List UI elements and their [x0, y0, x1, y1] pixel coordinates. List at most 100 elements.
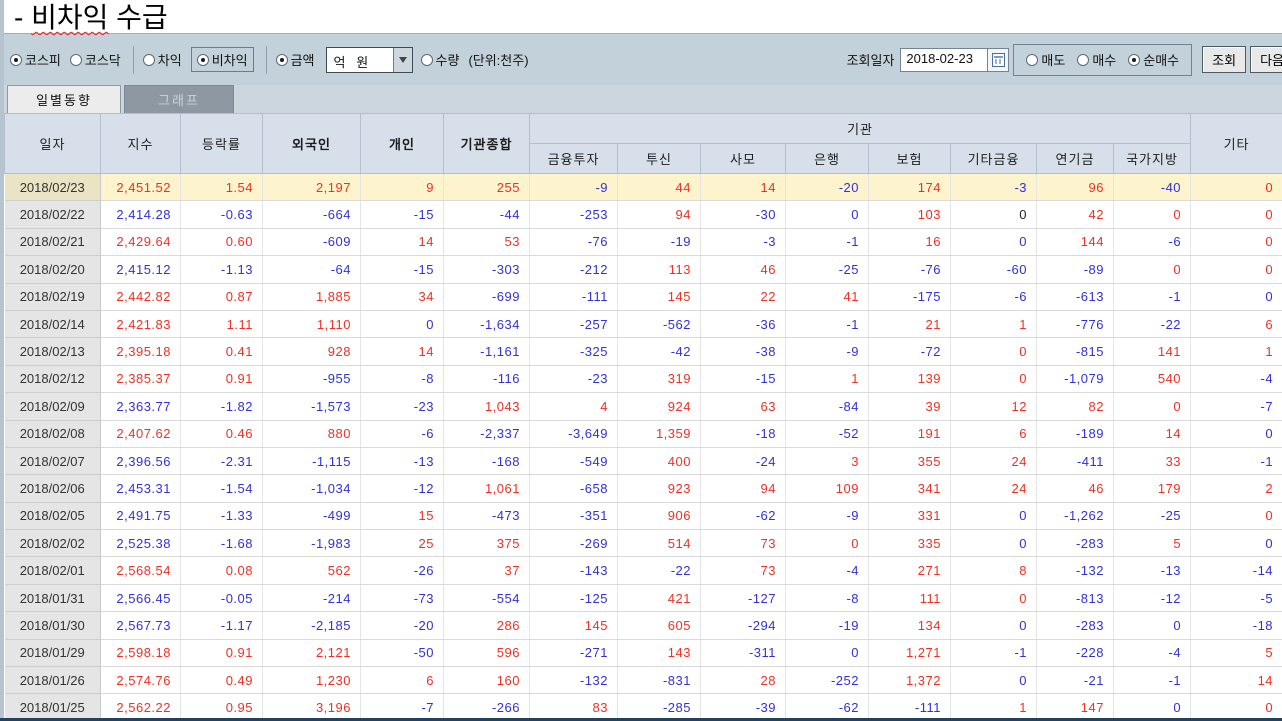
radio-sell[interactable]: 매도	[1026, 50, 1065, 69]
table-row[interactable]: 2018/01/30 2,567.73 -1.17 -2,185 -20 286 145 60…	[4, 611, 1282, 640]
value-cell: -1.33	[180, 502, 263, 531]
value-cell: 0	[785, 200, 869, 229]
col-header-trust[interactable]: 투신	[617, 143, 701, 174]
quantity-unit-note: (단위:천주)	[468, 53, 529, 68]
value-cell: -1,115	[262, 447, 361, 476]
combobox-dropdown-button[interactable]	[392, 47, 412, 72]
table-row[interactable]: 2018/02/13 2,395.18 0.41 928 14 -1,161 -325 -42…	[4, 337, 1282, 366]
col-header-foreign[interactable]: 외국인	[262, 113, 361, 174]
tab-daily-trend[interactable]: 일별동향	[7, 85, 121, 113]
radio-kosdaq[interactable]: 코스닥	[69, 50, 121, 69]
value-cell: 2,491.75	[100, 502, 181, 531]
value-cell: 0	[950, 502, 1037, 531]
table-row[interactable]: 2018/02/19 2,442.82 0.87 1,885 34 -699 -111 145…	[4, 283, 1282, 311]
radio-amount-label: 금액	[290, 53, 315, 68]
value-cell: 1	[785, 365, 869, 394]
table-row[interactable]: 2018/02/22 2,414.28 -0.63 -664 -15 -44 -253 94-…	[4, 200, 1282, 229]
value-cell: -143	[529, 556, 618, 585]
table-row[interactable]: 2018/02/20 2,415.12 -1.13 -64 -15 -303 -212 113…	[4, 255, 1282, 284]
table-row[interactable]: 2018/01/31 2,566.45 -0.05 -214 -73 -554 -125 42…	[4, 584, 1282, 613]
radio-quantity[interactable]: 수량	[420, 50, 459, 69]
next-button[interactable]: 다음	[1250, 46, 1282, 73]
table-row[interactable]: 2018/02/07 2,396.56 -2.31 -1,115 -13 -168 -549…	[4, 447, 1282, 476]
query-date-input[interactable]: 2018-02-23	[900, 47, 989, 72]
radio-button-icon[interactable]	[275, 53, 288, 66]
radio-button-icon[interactable]	[420, 53, 433, 66]
date-cell: 2018/02/06	[4, 474, 101, 503]
radio-button-icon[interactable]	[142, 53, 155, 66]
value-cell: -411	[1036, 447, 1114, 476]
radio-kospi[interactable]: 코스피	[10, 50, 61, 69]
table-row[interactable]: 2018/02/12 2,385.37 0.91 -955 -8 -116 -23 319 -1…	[4, 365, 1282, 394]
value-cell: 923	[617, 474, 701, 503]
search-button[interactable]: 조회	[1202, 46, 1247, 73]
value-cell: 0	[950, 666, 1037, 695]
col-header-insurance[interactable]: 보험	[868, 143, 951, 174]
col-header-rate[interactable]: 등락률	[180, 113, 263, 174]
col-header-bank[interactable]: 은행	[785, 143, 869, 174]
value-cell: 514	[617, 529, 701, 558]
value-cell: -18	[700, 420, 786, 448]
col-header-private-fund[interactable]: 사모	[700, 143, 786, 174]
table-row[interactable]: 2018/01/29 2,598.18 0.91 2,121 -50 596 -271 143…	[4, 639, 1282, 668]
value-cell: -212	[529, 255, 618, 284]
table-row[interactable]: 2018/02/14 2,421.83 1.11 1,110 0 -1,634 -257 -5…	[4, 310, 1282, 339]
value-cell: 1.54	[180, 173, 263, 202]
calendar-icon	[991, 52, 1005, 67]
table-row[interactable]: 2018/02/23 2,451.52 1.54 2,197 9 255 -9 44 14 -20…	[4, 173, 1282, 202]
table-row[interactable]: 2018/02/06 2,453.31 -1.54 -1,034 -12 1,061 -65…	[4, 474, 1282, 503]
radio-netbuy[interactable]: 순매수	[1128, 50, 1179, 69]
table-row[interactable]: 2018/02/05 2,491.75 -1.33 -499 15 -473 -351 906…	[4, 502, 1282, 531]
toolbar-separator	[265, 45, 267, 74]
value-cell: -60	[950, 255, 1037, 284]
value-cell: 0	[950, 584, 1037, 613]
table-row[interactable]: 2018/02/08 2,407.62 0.46 880 -6 -2,337 -3,649 1…	[4, 420, 1282, 448]
col-header-index[interactable]: 지수	[100, 113, 181, 174]
radio-arbitrage[interactable]: 차익	[142, 50, 182, 69]
value-cell: -52	[785, 420, 869, 448]
radio-nonarbitrage-label: 비차익	[211, 53, 248, 68]
value-cell: 0	[1190, 502, 1282, 531]
value-cell: 0	[950, 200, 1037, 229]
radio-button-icon[interactable]	[196, 53, 209, 66]
calendar-picker-button[interactable]	[988, 47, 1010, 72]
value-cell: -20	[360, 611, 444, 640]
col-header-fin-invest[interactable]: 금융투자	[529, 143, 618, 174]
col-header-gov-local[interactable]: 국가지방	[1112, 143, 1192, 174]
value-cell: -253	[529, 200, 618, 229]
radio-button-icon[interactable]	[1128, 53, 1141, 66]
col-header-inst-total[interactable]: 기관종합	[443, 113, 530, 174]
value-cell: 1,885	[262, 283, 361, 311]
col-header-etc[interactable]: 기타	[1190, 113, 1282, 174]
tab-bar: 일별동향 그래프	[4, 85, 1282, 113]
radio-buy[interactable]: 매수	[1077, 50, 1116, 69]
value-cell: -12	[360, 474, 444, 503]
value-cell: 605	[617, 611, 701, 640]
value-cell: -30	[700, 200, 786, 229]
table-row[interactable]: 2018/02/09 2,363.77 -1.82 -1,573 -23 1,043 4 92…	[4, 392, 1282, 421]
radio-amount[interactable]: 금액	[275, 50, 315, 69]
table-row[interactable]: 2018/02/01 2,568.54 0.08 562 -26 37 -143 -22 73-…	[4, 556, 1282, 585]
table-row[interactable]: 2018/02/02 2,525.38 -1.68 -1,983 25 375 -269 51…	[4, 529, 1282, 558]
radio-nonarbitrage[interactable]: 비차익	[190, 47, 254, 72]
col-header-individual[interactable]: 개인	[360, 113, 444, 174]
col-header-etc-finance[interactable]: 기타금융	[950, 143, 1037, 174]
radio-netbuy-label: 순매수	[1143, 53, 1180, 68]
tab-graph[interactable]: 그래프	[124, 85, 234, 113]
radio-button-icon[interactable]	[1026, 53, 1039, 66]
table-row[interactable]: 2018/01/26 2,574.76 0.49 1,230 6 160 -132 -831 2…	[4, 666, 1282, 695]
col-header-date[interactable]: 일자	[4, 113, 101, 174]
radio-button-icon[interactable]	[1077, 53, 1090, 66]
value-cell: 1,359	[617, 420, 701, 448]
value-cell: 0	[950, 529, 1037, 558]
unit-combobox[interactable]: 억 원	[325, 46, 413, 73]
value-cell: 335	[868, 529, 951, 558]
table-row[interactable]: 2018/01/25 2,562.22 0.95 3,196 -7 -266 83 -285-…	[4, 693, 1282, 721]
radio-button-icon[interactable]	[10, 53, 22, 66]
value-cell: -189	[1036, 420, 1114, 448]
value-cell: 14	[360, 337, 444, 366]
col-header-pension[interactable]: 연기금	[1036, 143, 1114, 174]
table-row[interactable]: 2018/02/21 2,429.64 0.60 -609 14 53 -76 -19 -3 -1…	[4, 228, 1282, 257]
radio-button-icon[interactable]	[69, 53, 82, 66]
value-cell: -168	[443, 447, 530, 476]
